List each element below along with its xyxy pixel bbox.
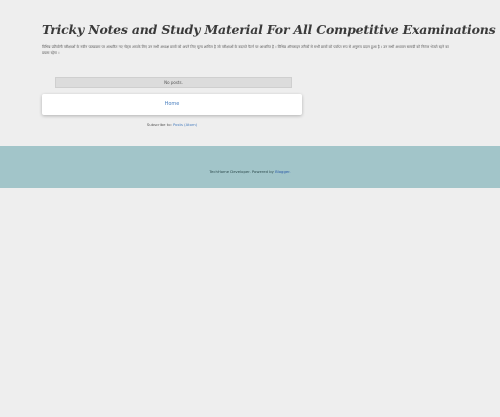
home-card: Home xyxy=(42,94,302,115)
blog-description: विभिन्न प्रतियोगी परीक्षाओं के नवीन पाठ्… xyxy=(42,45,449,55)
footer-band xyxy=(0,146,500,188)
no-posts-status: No posts. xyxy=(55,77,292,88)
subscribe-atom-link[interactable]: Posts (Atom) xyxy=(173,122,197,127)
subscribe-label: Subscribe to: xyxy=(146,122,174,127)
blog-header: Tricky Notes and Study Material For All … xyxy=(42,20,496,56)
subscribe-line: Subscribe to: Posts (Atom) xyxy=(42,122,302,127)
footer-attribution: TechHome Developer. Powered by Blogger. xyxy=(0,169,500,174)
footer-credit: TechHome Developer. Powered by xyxy=(209,169,276,174)
blogger-link[interactable]: Blogger. xyxy=(275,169,291,174)
home-link[interactable]: Home xyxy=(165,101,180,107)
page: Tricky Notes and Study Material For All … xyxy=(0,0,500,417)
blog-title[interactable]: Tricky Notes and Study Material For All … xyxy=(42,20,496,40)
